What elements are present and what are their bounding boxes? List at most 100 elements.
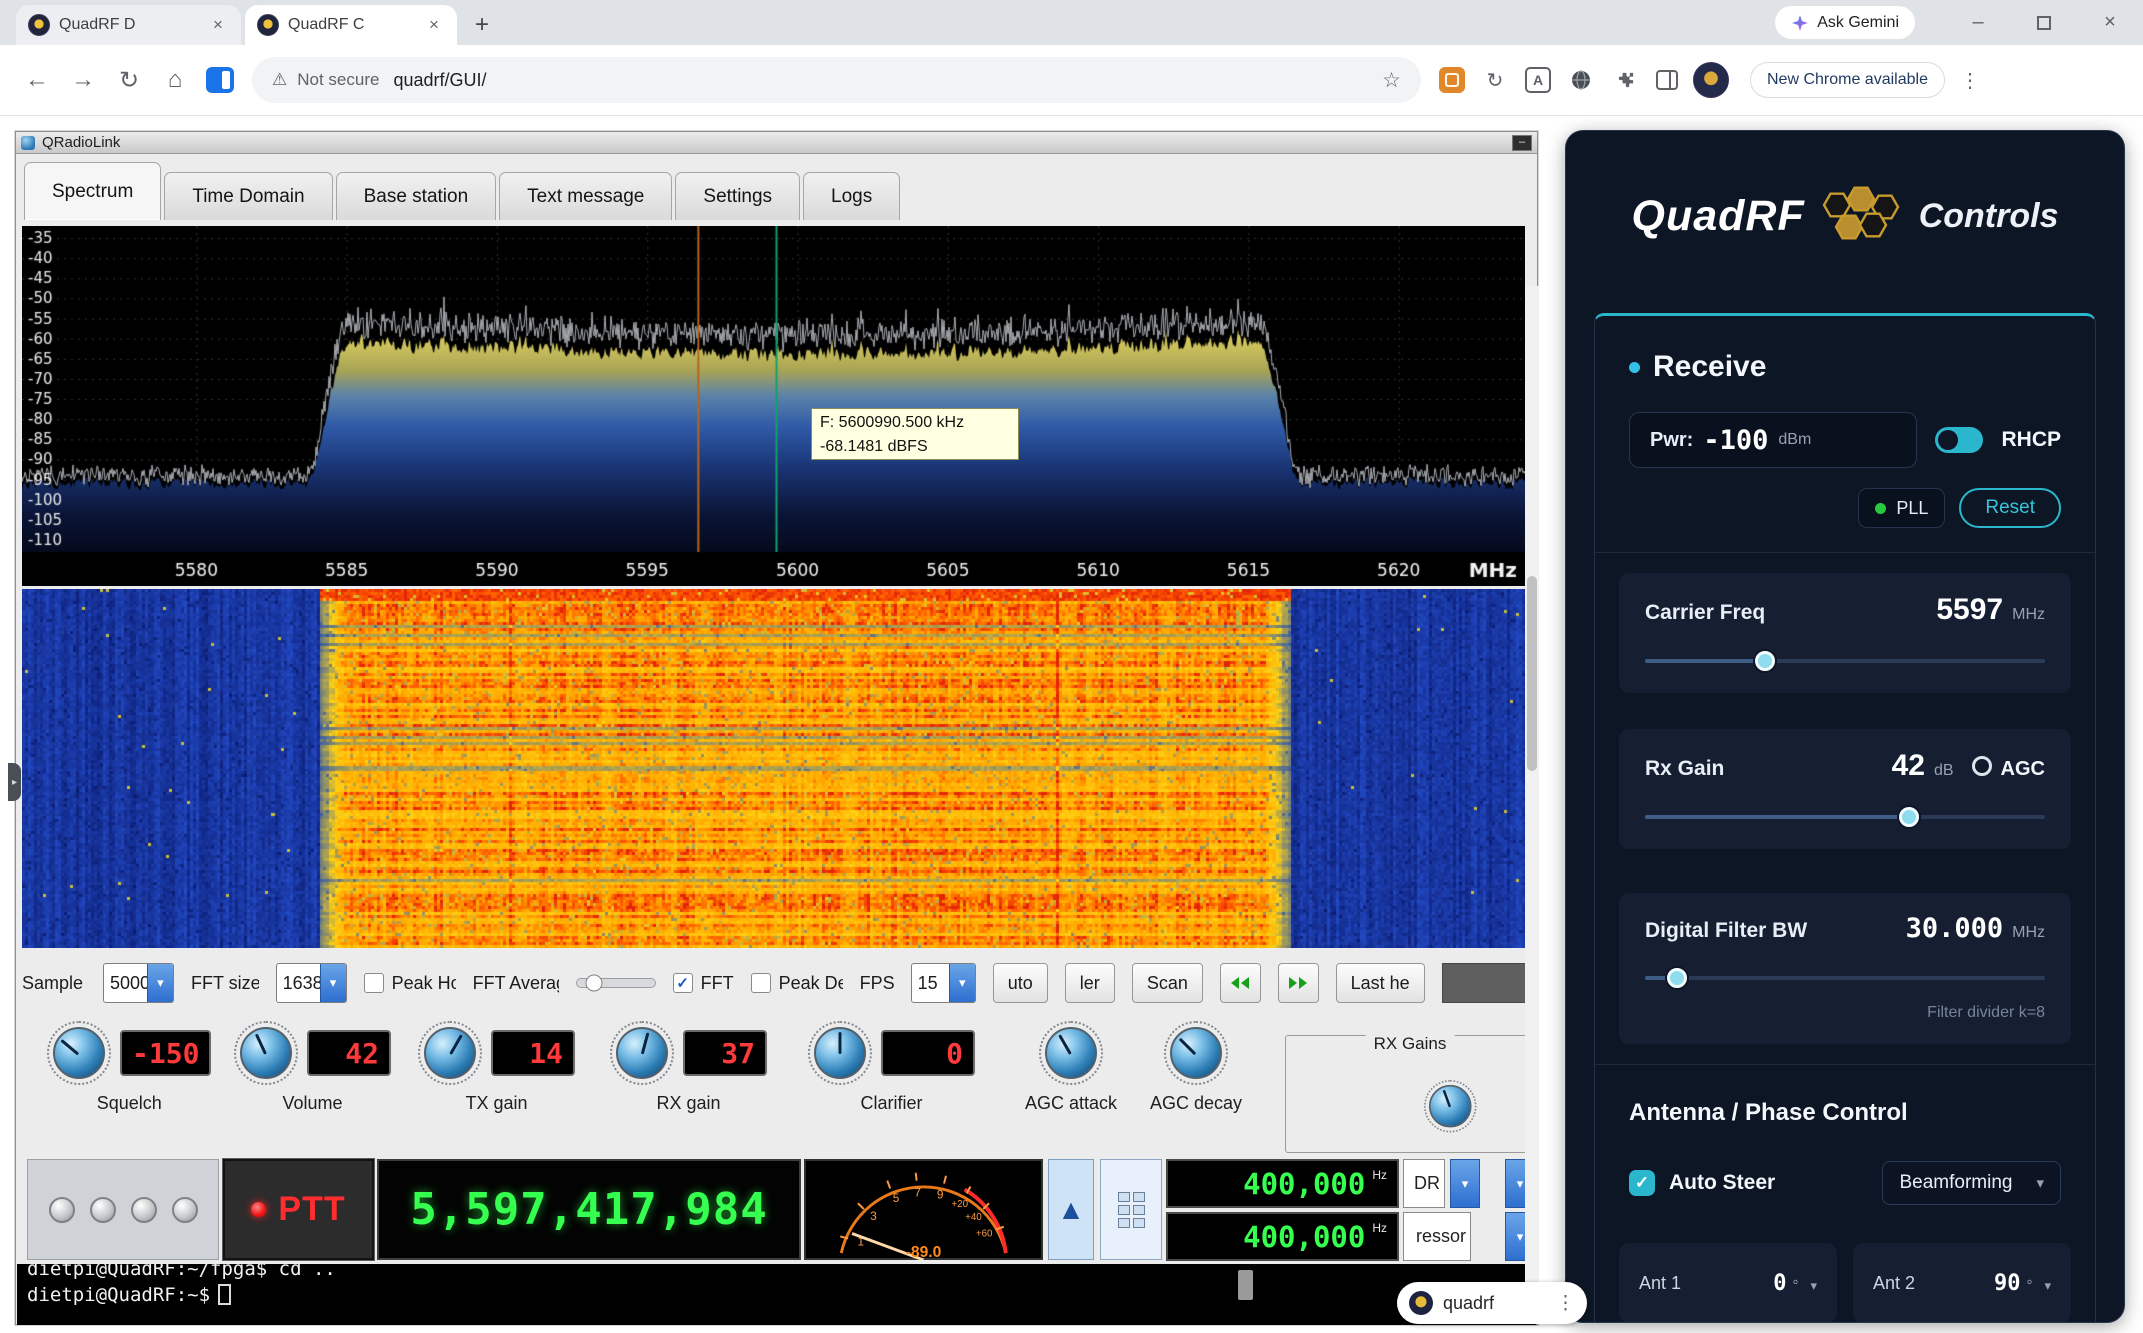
home-button[interactable]: ⌂: [152, 57, 198, 103]
indicator-button[interactable]: [90, 1197, 116, 1223]
window-title: QRadioLink: [42, 134, 120, 151]
frequency-up-button[interactable]: ▲: [1048, 1159, 1094, 1260]
mode-select[interactable]: DR: [1403, 1159, 1445, 1208]
volume-knob[interactable]: [234, 1021, 298, 1085]
frequency-display[interactable]: 5,597,417,984: [377, 1159, 801, 1260]
extension-icon-orange[interactable]: [1435, 63, 1469, 97]
sample-rate-select[interactable]: 500000▾: [103, 963, 174, 1003]
spectrum-plot[interactable]: [22, 226, 1525, 586]
browser-tab-1[interactable]: QuadRF D ×: [16, 5, 241, 45]
scrollbar-thumb[interactable]: [1527, 576, 1537, 771]
extensions-puzzle-icon[interactable]: [1607, 63, 1641, 97]
sync-icon[interactable]: ↻: [1478, 63, 1512, 97]
chevron-down-icon[interactable]: ▾: [1810, 1278, 1817, 1294]
clipped-dark-button[interactable]: [1442, 963, 1531, 1003]
profile-avatar[interactable]: [1693, 62, 1729, 98]
beamforming-select[interactable]: Beamforming ▾: [1882, 1161, 2061, 1205]
filter-bw-slider[interactable]: [1645, 968, 2045, 988]
auto-steer-checkbox[interactable]: ✓: [1629, 1170, 1655, 1196]
translate-icon[interactable]: A: [1521, 63, 1555, 97]
url-text[interactable]: quadrf/GUI/: [393, 70, 486, 91]
tab-settings[interactable]: Settings: [675, 172, 800, 220]
not-secure-label[interactable]: Not secure: [297, 70, 379, 90]
scrollbar-track[interactable]: [1525, 286, 1539, 1306]
compressor-select[interactable]: ressor: [1403, 1212, 1471, 1261]
tab-text-message[interactable]: Text message: [499, 172, 672, 220]
ant2-card[interactable]: Ant 2 90°▾: [1853, 1243, 2071, 1323]
quadrf-taskbar-pill[interactable]: quadrf ⋮: [1397, 1282, 1587, 1324]
squelch-knob[interactable]: [47, 1021, 111, 1085]
chevron-down-icon[interactable]: ▾: [1450, 1159, 1480, 1208]
tab-spectrum[interactable]: Spectrum: [24, 162, 161, 220]
scan-back-button[interactable]: [1220, 963, 1261, 1003]
tab-logs[interactable]: Logs: [803, 172, 900, 220]
reload-button[interactable]: ↻: [106, 57, 152, 103]
indicator-button[interactable]: [131, 1197, 157, 1223]
close-window-button[interactable]: ×: [2077, 0, 2143, 45]
tx-gain-knob[interactable]: [418, 1021, 482, 1085]
tab-base-station[interactable]: Base station: [336, 172, 497, 220]
offset-display-2[interactable]: 400,000 Hz: [1166, 1212, 1399, 1261]
app-minimize-button[interactable]: –: [1512, 135, 1532, 151]
address-bar[interactable]: ⚠ Not secure quadrf/GUI/ ☆: [252, 57, 1421, 103]
terminal-scrollbar[interactable]: [1238, 1270, 1253, 1300]
terminal[interactable]: dietpi@QuadRF:~/fpga$ cd .. dietpi@QuadR…: [17, 1264, 1536, 1325]
forward-button[interactable]: →: [60, 57, 106, 103]
side-panel-icon[interactable]: [206, 67, 234, 93]
reset-button[interactable]: Reset: [1959, 488, 2061, 528]
slider-knob[interactable]: [585, 975, 602, 992]
ant1-card[interactable]: Ant 1 0°▾: [1619, 1243, 1837, 1323]
agc-radio[interactable]: [1972, 756, 1992, 776]
rx-gains-knob[interactable]: [1424, 1080, 1476, 1132]
drawer-handle[interactable]: ▸: [8, 763, 21, 801]
last-heard-button[interactable]: Last he: [1336, 963, 1425, 1003]
clipped-button-1[interactable]: uto: [993, 963, 1048, 1003]
filter-bw-card: Digital Filter BW 30.000 MHz Filter divi…: [1619, 893, 2071, 1044]
rx-gain-knob[interactable]: [610, 1021, 674, 1085]
tab-close-icon[interactable]: ×: [423, 14, 445, 36]
browser-tab-2-active[interactable]: QuadRF C ×: [245, 5, 457, 45]
side-panel-toggle-icon[interactable]: [1650, 63, 1684, 97]
rx-gain-display: 37: [683, 1030, 767, 1076]
qradiolink-titlebar[interactable]: QRadioLink –: [16, 132, 1537, 154]
fps-select[interactable]: 15▾: [911, 963, 976, 1003]
clipped-button-2[interactable]: ler: [1065, 963, 1115, 1003]
fft-averaging-slider[interactable]: [576, 978, 656, 988]
agc-attack-knob[interactable]: [1039, 1021, 1103, 1085]
scan-forward-button[interactable]: [1278, 963, 1319, 1003]
bookmark-star-icon[interactable]: ☆: [1382, 68, 1401, 93]
indicator-button[interactable]: [49, 1197, 75, 1223]
new-tab-button[interactable]: +: [465, 8, 499, 42]
fft-size-select[interactable]: 16384▾: [276, 963, 347, 1003]
indicator-button[interactable]: [172, 1197, 198, 1223]
slider-thumb[interactable]: [1667, 968, 1687, 988]
browser-menu-icon[interactable]: ⋮: [1960, 68, 1980, 93]
memory-grid-button[interactable]: [1100, 1159, 1162, 1260]
pill-menu-icon[interactable]: ⋮: [1556, 1292, 1575, 1315]
new-chrome-available-chip[interactable]: New Chrome available: [1750, 62, 1945, 98]
slider-thumb[interactable]: [1899, 807, 1919, 827]
rhcp-toggle[interactable]: [1935, 427, 1983, 453]
fft-checkbox[interactable]: ✓FFT: [673, 973, 734, 994]
offset-display-1[interactable]: 400,000 Hz: [1166, 1159, 1399, 1208]
minimize-window-button[interactable]: –: [1945, 0, 2011, 45]
tab-time-domain[interactable]: Time Domain: [164, 172, 332, 220]
back-button[interactable]: ←: [14, 57, 60, 103]
filter-divider-note: Filter divider k=8: [1645, 1004, 2045, 1022]
scan-button[interactable]: Scan: [1132, 963, 1203, 1003]
clarifier-knob[interactable]: [808, 1021, 872, 1085]
ask-gemini-button[interactable]: Ask Gemini: [1775, 6, 1915, 39]
ptt-button[interactable]: PTT: [223, 1159, 374, 1260]
carrier-freq-slider[interactable]: [1645, 651, 2045, 671]
tab-close-icon[interactable]: ×: [207, 14, 229, 36]
peak-hold-checkbox[interactable]: Peak Hold: [364, 973, 456, 994]
globe-icon[interactable]: [1564, 63, 1598, 97]
maximize-window-button[interactable]: [2011, 0, 2077, 45]
rx-gain-slider[interactable]: [1645, 807, 2045, 827]
power-input[interactable]: Pwr: -100 dBm: [1629, 412, 1917, 468]
peak-detect-checkbox[interactable]: Peak Detect: [751, 973, 843, 994]
agc-decay-knob[interactable]: [1164, 1021, 1228, 1085]
waterfall-display[interactable]: [22, 589, 1525, 948]
slider-thumb[interactable]: [1755, 651, 1775, 671]
chevron-down-icon[interactable]: ▾: [2044, 1278, 2051, 1294]
